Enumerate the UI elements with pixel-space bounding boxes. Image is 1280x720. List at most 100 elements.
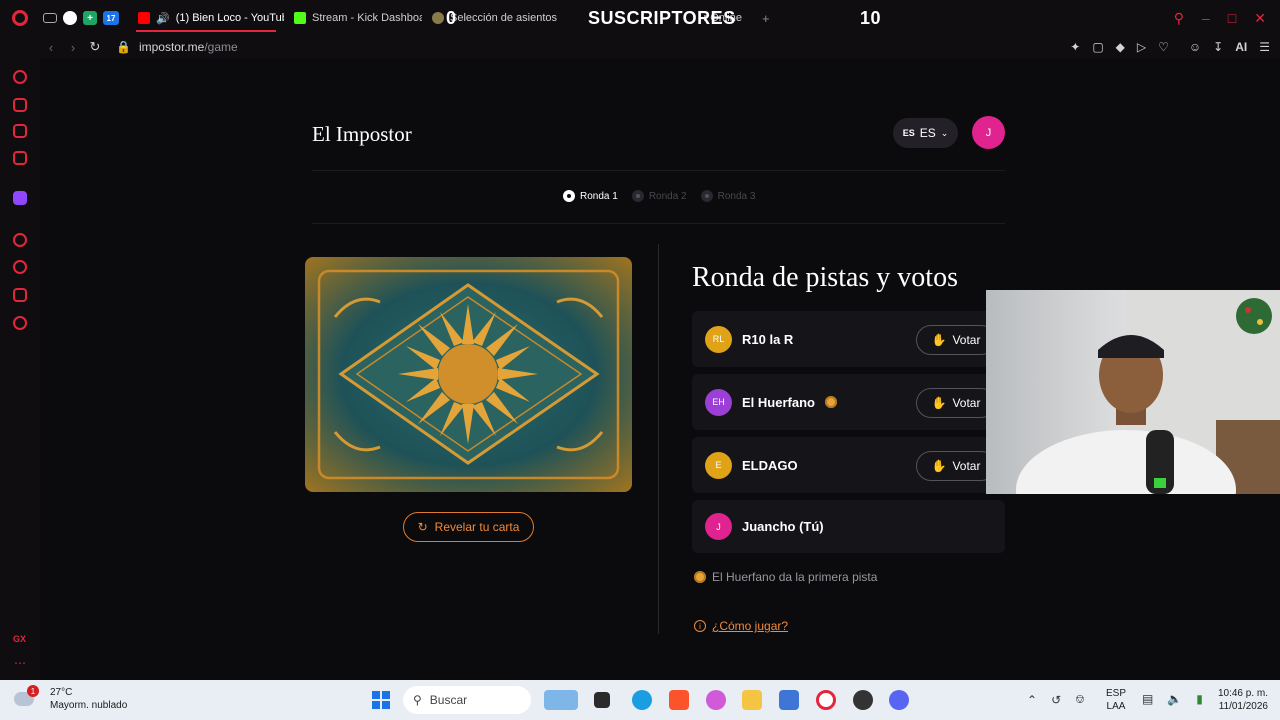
browser-sidebar: GX ⋯ (0, 58, 40, 680)
player-avatar: J (705, 513, 732, 540)
battery-icon[interactable]: ▮ (1196, 692, 1203, 706)
tab-label: Stream - Kick Dashboard (312, 12, 422, 24)
taskbar-search[interactable]: ⚲ Buscar (403, 686, 531, 714)
microphone-icon[interactable]: ⎊ (1075, 692, 1085, 707)
gamepad-icon[interactable] (43, 13, 57, 23)
opera-gx-icon[interactable] (816, 690, 836, 710)
language-bottom: LAA (1106, 701, 1126, 712)
edge-icon[interactable] (632, 690, 652, 710)
window-controls: ⚲ – □ ✕ (1174, 10, 1266, 27)
speed-dial-icon[interactable] (13, 70, 27, 84)
subscriber-count-left: 0 (446, 8, 457, 28)
windows-icon[interactable] (372, 691, 390, 709)
round-label: Ronda 1 (580, 190, 618, 202)
lock-icon: 🔒 (116, 40, 131, 54)
obs-taskbar-icon[interactable] (853, 690, 873, 710)
hand-icon: ✋ (931, 459, 947, 473)
speaker-icon[interactable]: 🔊 (156, 12, 170, 25)
heart-icon[interactable]: ♡ (1158, 40, 1169, 54)
task-view-icon[interactable] (594, 692, 610, 708)
temperature: 27°C (50, 687, 73, 698)
reveal-card-button[interactable]: ↻ Revelar tu carta (403, 512, 534, 542)
messenger-icon[interactable] (13, 151, 27, 165)
language-selector[interactable]: ES ES ⌄ (893, 118, 958, 148)
url-field[interactable]: 🔒 impostor.me/game (116, 40, 238, 54)
system-clock[interactable]: 10:46 p. m. 11/01/2026 (1204, 687, 1268, 713)
settings-icon[interactable] (13, 316, 27, 330)
search-icon[interactable]: ⚲ (1174, 10, 1184, 27)
youtube-icon (138, 12, 150, 24)
input-language[interactable]: ESP LAA (1106, 687, 1126, 713)
player-name: ELDAGO (742, 457, 798, 473)
file-explorer-icon[interactable] (742, 690, 762, 710)
subscriber-label: SUSCRIPTORES (588, 8, 736, 28)
vote-label: Votar (952, 333, 981, 347)
extensions-icon[interactable] (13, 288, 27, 302)
new-tab-button[interactable]: + (752, 0, 780, 36)
close-icon[interactable]: ✕ (1254, 10, 1266, 27)
download-icon[interactable]: ↧ (1213, 40, 1223, 54)
column-divider (658, 244, 659, 634)
streamer-camera-image (1016, 290, 1280, 494)
vote-button[interactable]: ✋ Votar (916, 325, 996, 355)
subscriber-count-right: 10 (860, 8, 882, 28)
hand-icon: ✋ (931, 333, 947, 347)
tab-seats[interactable]: Selección de asientos (422, 0, 572, 36)
forward-icon[interactable]: › (62, 40, 84, 55)
system-tray: ⌃ ↺ ⎊ (1027, 692, 1085, 707)
back-icon[interactable]: ‹ (40, 40, 62, 55)
minimize-icon[interactable]: – (1202, 10, 1210, 27)
mods-icon[interactable] (13, 124, 27, 138)
sheets-icon[interactable]: + (83, 11, 97, 25)
shield-icon[interactable]: ◆ (1116, 40, 1125, 54)
twitch-icon[interactable] (13, 191, 27, 205)
search-icon: ⚲ (413, 693, 422, 707)
account-icon[interactable]: ☺ (1189, 40, 1201, 54)
gx-corner-icon[interactable] (13, 98, 27, 112)
more-icon[interactable]: ⋯ (14, 656, 26, 670)
menu-icon[interactable]: ☰ (1259, 40, 1270, 54)
ai-button[interactable]: AI (1235, 40, 1247, 54)
play-icon[interactable]: ▷ (1137, 40, 1146, 54)
hand-icon: ✋ (931, 396, 947, 410)
discord-icon[interactable] (889, 690, 909, 710)
history-icon[interactable] (13, 260, 27, 274)
secret-card[interactable] (305, 257, 632, 492)
round-dot-icon (700, 190, 713, 202)
how-to-play-link[interactable]: i ¿Cómo jugar? (694, 619, 788, 633)
chevron-up-icon[interactable]: ⌃ (1027, 693, 1037, 707)
vote-button[interactable]: ✋ Votar (916, 451, 996, 481)
snapshot-icon[interactable]: ▢ (1092, 40, 1103, 54)
windows-taskbar: 27°C Mayorm. nublado 1 ⚲ Buscar ⌃ ↺ ⎊ ES… (0, 680, 1280, 720)
tab-kick[interactable]: Stream - Kick Dashboard (284, 0, 422, 36)
player-icon[interactable] (13, 233, 27, 247)
player-avatar: EH (705, 388, 732, 416)
rounds-divider (312, 223, 1005, 224)
status-icons: ▤ 🔈 ▮ (1142, 692, 1203, 706)
url-host: impostor.me (138, 40, 205, 54)
reload-icon[interactable]: ↻ (84, 39, 106, 55)
network-icon[interactable]: ▤ (1142, 692, 1153, 706)
gx-icon[interactable]: GX (13, 634, 27, 648)
volume-icon[interactable]: 🔈 (1167, 692, 1182, 706)
copilot-banner-icon[interactable] (544, 690, 578, 710)
vpn-icon[interactable] (779, 690, 799, 710)
tab-youtube[interactable]: 🔊 (1) Bien Loco - YouTube (128, 0, 284, 36)
copilot-icon[interactable] (706, 690, 726, 710)
brave-icon[interactable] (669, 690, 689, 710)
language-top: ESP (1106, 688, 1127, 699)
obs-icon[interactable] (63, 11, 77, 25)
url-path: /game (204, 40, 238, 54)
card-sun-illustration (317, 269, 620, 480)
maximize-icon[interactable]: □ (1228, 10, 1236, 27)
opera-logo-icon[interactable] (0, 10, 40, 26)
toolbar-icons: ✦ ▢ ◆ ▷ ♡ ☺ ↧ AI ☰ (1070, 40, 1270, 54)
player-name: Juancho (Tú) (742, 519, 824, 534)
sync-icon[interactable]: ↺ (1051, 693, 1061, 707)
header-divider (312, 170, 1005, 171)
pin-icon[interactable]: ✦ (1070, 40, 1080, 54)
calendar-icon[interactable]: 17 (103, 11, 119, 25)
chevron-down-icon: ⌄ (940, 127, 949, 138)
user-avatar[interactable]: J (972, 116, 1005, 149)
vote-button[interactable]: ✋ Votar (916, 388, 996, 418)
